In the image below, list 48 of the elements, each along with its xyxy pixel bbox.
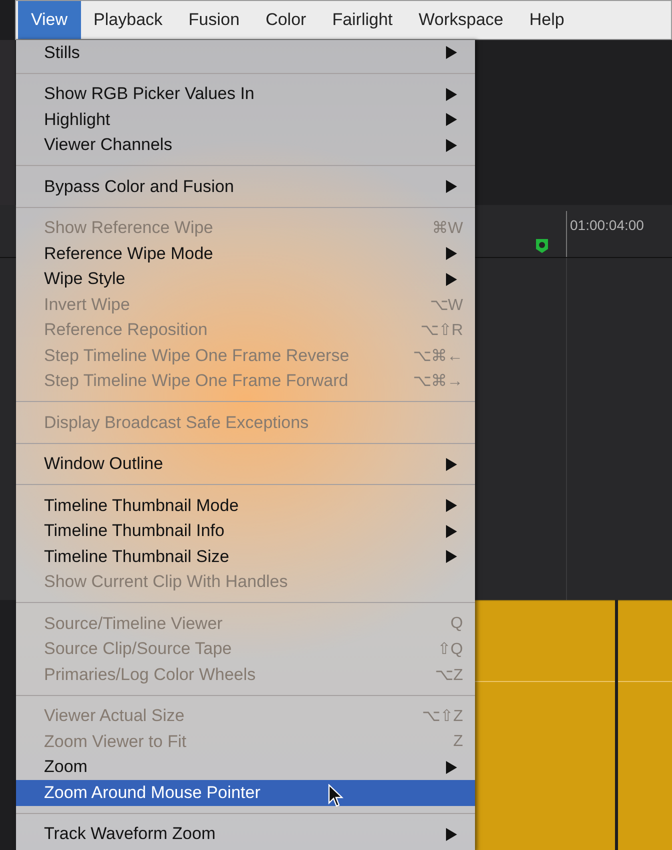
marker-icon: [535, 238, 549, 254]
timeline-clip[interactable]: [618, 600, 672, 850]
menu-bar-item[interactable]: Playback: [80, 1, 176, 39]
keyboard-shortcut: Z: [453, 732, 463, 751]
menu-item[interactable]: Reference Wipe Mode: [16, 241, 475, 266]
keyboard-shortcut: Q: [450, 614, 463, 633]
keyboard-shortcut: ⇧Q: [438, 640, 463, 660]
keyboard-shortcut: ⌥⌘→: [413, 372, 463, 392]
keyboard-shortcut: ⌥⌘←: [413, 346, 463, 366]
menu-bar-item[interactable]: Workspace: [406, 1, 516, 39]
menu-item[interactable]: Stills: [16, 40, 475, 66]
keyboard-shortcut: ⌥W: [430, 296, 463, 315]
submenu-arrow-icon: [445, 113, 457, 126]
menu-item[interactable]: Wipe Style: [16, 266, 475, 292]
submenu-arrow-icon: [445, 550, 457, 564]
menu-bar-item[interactable]: Help: [516, 1, 578, 39]
mouse-pointer-icon: [328, 784, 344, 808]
keyboard-shortcut: ⌥⇧Z: [422, 707, 463, 726]
submenu-arrow-icon: [445, 138, 457, 152]
submenu-arrow-icon: [445, 88, 457, 101]
keyboard-shortcut: ⌘W: [432, 219, 463, 238]
submenu-arrow-icon: [445, 458, 457, 471]
menu-item[interactable]: Highlight: [16, 107, 475, 132]
menu-item[interactable]: Zoom: [16, 754, 475, 780]
menu-item[interactable]: Bypass Color and Fusion: [16, 174, 475, 200]
submenu-arrow-icon: [445, 828, 457, 841]
menu-item[interactable]: Timeline Thumbnail Size: [16, 544, 475, 570]
timecode-label: 01:00:04:00: [570, 217, 644, 233]
menu-bar-item[interactable]: Fairlight: [319, 1, 406, 39]
submenu-arrow-icon: [445, 180, 457, 194]
submenu-arrow-icon: [445, 247, 457, 260]
menu-bar-item[interactable]: Fusion: [176, 1, 253, 39]
menu-item[interactable]: Show RGB Picker Values In: [16, 82, 475, 107]
menu-item[interactable]: Viewer Channels: [16, 132, 475, 158]
menu-item[interactable]: Track Waveform Zoom: [16, 822, 475, 847]
menu-bar-item[interactable]: Color: [252, 1, 320, 39]
submenu-arrow-icon: [445, 46, 457, 60]
submenu-arrow-icon: [445, 499, 457, 512]
submenu-arrow-icon: [445, 524, 457, 538]
menu-item[interactable]: Timeline Thumbnail Info: [16, 518, 475, 544]
keyboard-shortcut: ⌥⇧R: [420, 321, 463, 340]
submenu-arrow-icon: [445, 760, 457, 774]
keyboard-shortcut: ⌥Z: [435, 666, 463, 685]
menu-item[interactable]: Timeline Thumbnail Mode: [16, 493, 475, 518]
menu-item[interactable]: Zoom Around Mouse Pointer: [16, 780, 475, 806]
menu-bar-item[interactable]: View: [18, 1, 81, 39]
submenu-arrow-icon: [445, 272, 457, 286]
menu-item[interactable]: Window Outline: [16, 452, 475, 477]
